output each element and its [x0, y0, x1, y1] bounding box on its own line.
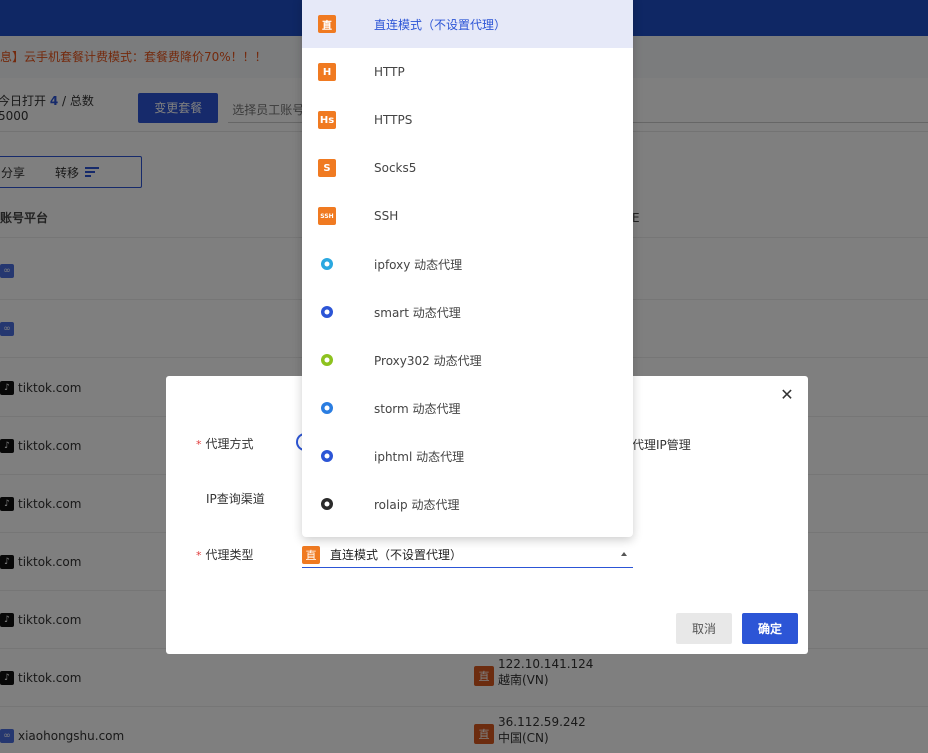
proxy-option-label: rolaip 动态代理 [374, 497, 460, 512]
proxy-option[interactable]: rolaip 动态代理 [302, 480, 633, 528]
proxy-option[interactable]: ipfoxy 动态代理 [302, 240, 633, 288]
ipfoxy-icon [318, 255, 336, 273]
proxy-method-label: * 代理方式 [196, 437, 254, 451]
http-icon: H [318, 63, 336, 81]
required-mark: * [196, 549, 202, 562]
storm-icon [318, 399, 336, 417]
proxy-option-label: smart 动态代理 [374, 305, 461, 320]
proxy-type-label: * 代理类型 [196, 548, 254, 562]
ip-channel-label: IP查询渠道 [206, 492, 265, 506]
proxy-option[interactable]: H HTTP [302, 48, 633, 96]
socks5-icon: S [318, 159, 336, 177]
proxy-option[interactable]: S Socks5 [302, 144, 633, 192]
proxy302-icon [318, 351, 336, 369]
proxy-type-value: 直连模式（不设置代理） [330, 548, 463, 562]
rolaip-icon [318, 495, 336, 513]
proxy-option[interactable]: iphtml 动态代理 [302, 432, 633, 480]
iphtml-icon [318, 447, 336, 465]
proxy-option-label: iphtml 动态代理 [374, 449, 465, 464]
proxy-option-label: HTTPS [374, 113, 413, 127]
proxy-type-select[interactable]: 直 直连模式（不设置代理） [302, 542, 633, 568]
https-icon: Hs [318, 111, 336, 129]
proxy-option-label: 直连模式（不设置代理） [374, 17, 507, 32]
proxy-option-label: HTTP [374, 65, 405, 79]
direct-icon: 直 [318, 15, 336, 33]
proxy-option-label: storm 动态代理 [374, 401, 461, 416]
proxy-option-label: SSH [374, 209, 399, 223]
proxy-option[interactable]: Proxy302 动态代理 [302, 336, 633, 384]
proxy-option[interactable]: smart 动态代理 [302, 288, 633, 336]
proxy-option-label: Socks5 [374, 161, 417, 175]
caret-up-icon [621, 552, 627, 556]
proxy-ip-management-option[interactable]: 代理IP管理 [632, 436, 691, 453]
proxy-option[interactable]: SSH SSH [302, 192, 633, 240]
required-mark: * [196, 438, 202, 451]
direct-icon: 直 [302, 545, 320, 564]
smart-icon [318, 303, 336, 321]
proxy-option-label: ipfoxy 动态代理 [374, 257, 463, 272]
cancel-button[interactable]: 取消 [676, 613, 732, 644]
proxy-option[interactable]: storm 动态代理 [302, 384, 633, 432]
proxy-option-label: Proxy302 动态代理 [374, 353, 482, 368]
proxy-option[interactable]: Hs HTTPS [302, 96, 633, 144]
confirm-button[interactable]: 确定 [742, 613, 798, 644]
proxy-option[interactable]: 直 直连模式（不设置代理） [302, 0, 633, 48]
proxy-type-dropdown: 直 直连模式（不设置代理） H HTTP Hs HTTPS S Socks5 SSH SSH ipf… [302, 0, 633, 537]
ssh-icon: SSH [318, 207, 336, 225]
close-icon[interactable]: ✕ [780, 387, 794, 403]
